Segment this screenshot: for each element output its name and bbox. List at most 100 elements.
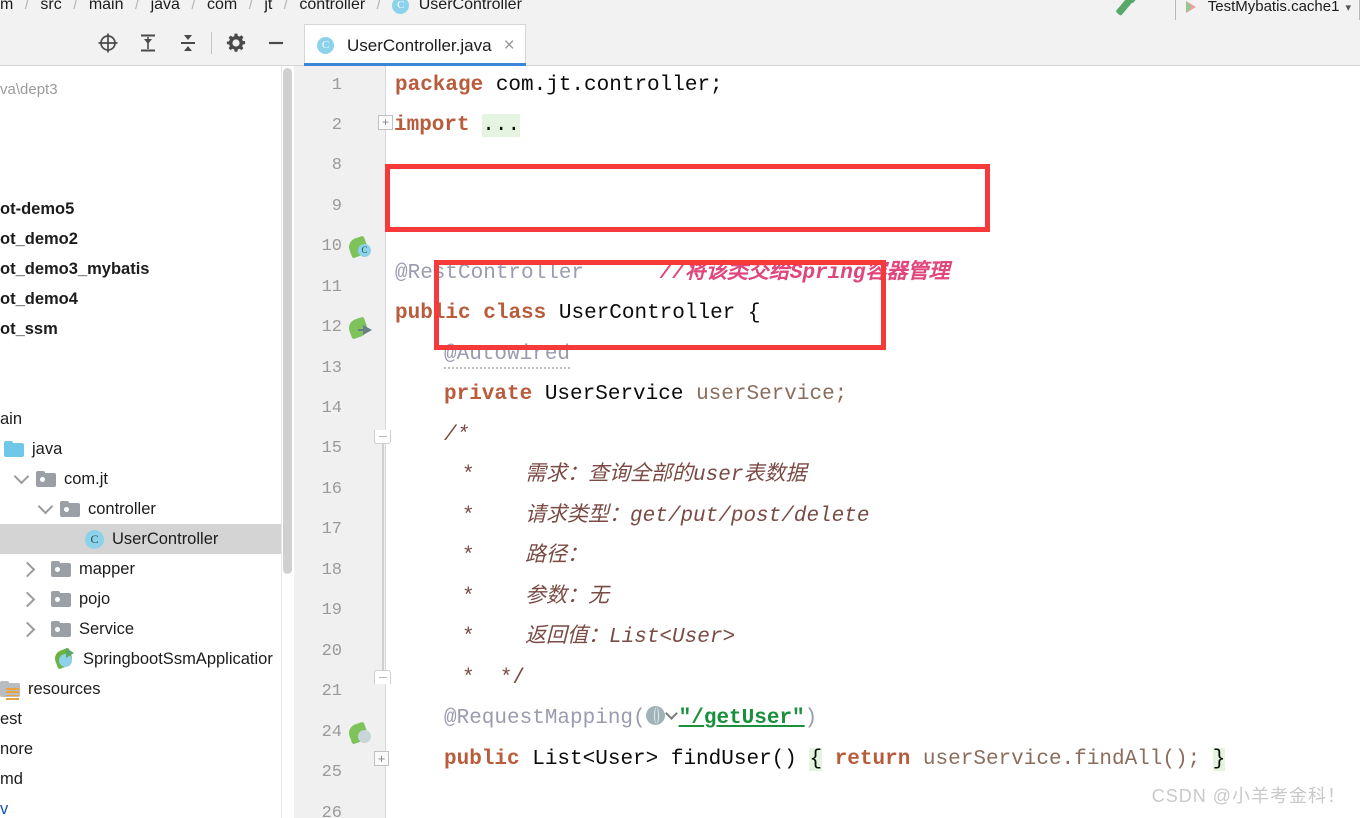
package-folder-icon — [51, 560, 71, 577]
breadcrumb-separator: / — [283, 0, 288, 13]
tree-item-java[interactable]: java — [0, 434, 281, 464]
annotation-autowired: @Autowired — [444, 343, 571, 369]
collapse-all-icon[interactable] — [174, 29, 202, 57]
project-toolbar — [0, 20, 294, 66]
line-number: 11 — [321, 278, 342, 297]
breadcrumb-item[interactable]: m — [0, 0, 13, 15]
fold-collapse-bottom-icon[interactable] — [374, 670, 391, 684]
fold-region-line — [382, 438, 384, 678]
chevron-down-icon[interactable] — [664, 707, 678, 720]
minimize-icon[interactable] — [262, 29, 290, 57]
annotation-restcontroller: @RestController — [395, 262, 585, 285]
tree-item-test[interactable]: est — [0, 704, 281, 734]
chevron-down-icon[interactable] — [37, 498, 54, 514]
keyword-return: return — [834, 748, 911, 771]
spring-mapping-gutter-icon[interactable] — [346, 713, 373, 753]
close-icon[interactable]: × — [504, 36, 515, 55]
javadoc-close: */ — [499, 667, 526, 690]
tree-item-module[interactable]: ot-demo5 — [0, 194, 281, 224]
tree-item-module[interactable]: ot_demo2 — [0, 224, 281, 254]
chevron-right-icon[interactable] — [19, 561, 36, 577]
code-line-17: * 参数：无 — [462, 578, 609, 618]
tree-item-module[interactable]: ot_ssm — [0, 314, 281, 344]
breadcrumb-separator: / — [191, 0, 196, 13]
fold-expand-icon[interactable]: + — [374, 751, 389, 766]
spring-bean-gutter-icon[interactable]: C — [346, 227, 373, 267]
code-line-10: public class UserController { — [395, 294, 761, 334]
tree-item-usercontroller[interactable]: C UserController — [0, 524, 281, 554]
return-expression: userService.findAll(); — [910, 748, 1213, 771]
chevron-right-icon[interactable] — [19, 621, 36, 637]
project-tree-panel[interactable]: va\dept3 ot-demo5 ot_demo2 ot_demo3_myba… — [0, 66, 294, 818]
breadcrumb-item[interactable]: jt — [264, 0, 272, 15]
tree-item-service[interactable]: Service — [0, 614, 281, 644]
code-editor[interactable]: 1 2 8 9 10 11 12 13 14 15 16 17 18 19 20… — [294, 66, 1360, 818]
tree-item-cmd[interactable]: md — [0, 764, 281, 794]
package-folder-icon — [51, 620, 71, 637]
code-line-11: @Autowired — [444, 335, 571, 375]
breadcrumb: m / src / main / java / com / jt / contr… — [0, 0, 1360, 20]
tree-item-controller[interactable]: controller — [0, 494, 281, 524]
type-userservice: UserService — [544, 383, 684, 406]
field-userservice: userService; — [696, 383, 848, 406]
javadoc-star: * — [462, 667, 475, 690]
comment-restcontroller: //将该类交给Spring容器管理 — [659, 262, 950, 285]
line-number: 19 — [321, 601, 342, 620]
locate-icon[interactable] — [94, 29, 122, 57]
keyword-private: private — [444, 383, 533, 406]
breadcrumb-item[interactable]: java — [151, 0, 180, 15]
project-tree-scrollbar[interactable] — [281, 66, 294, 818]
line-number: 17 — [321, 520, 342, 539]
web-globe-icon[interactable] — [645, 705, 665, 725]
tree-item-com-jt[interactable]: com.jt — [0, 464, 281, 494]
tree-item-mapper[interactable]: mapper — [0, 554, 281, 584]
gear-icon[interactable] — [222, 29, 250, 57]
line-number: 2 — [331, 116, 342, 135]
code-line-1: package com.jt.controller; — [395, 66, 723, 106]
breadcrumb-current[interactable]: UserController — [419, 0, 522, 15]
breadcrumb-item[interactable]: controller — [299, 0, 365, 15]
chevron-right-icon[interactable] — [19, 591, 36, 607]
line-number: 20 — [321, 642, 342, 661]
tree-item-mvnw[interactable]: v — [0, 794, 281, 818]
folded-imports[interactable]: ... — [482, 114, 521, 137]
javadoc-text: 返回值：List<User> — [525, 626, 736, 649]
tree-item-module[interactable]: ot_demo4 — [0, 284, 281, 314]
tab-usercontroller-java[interactable]: C UserController.java × — [304, 24, 526, 67]
open-brace: { — [809, 748, 823, 771]
scrollbar-thumb[interactable] — [283, 68, 292, 574]
tree-item-pojo[interactable]: pojo — [0, 584, 281, 614]
run-configuration-selector[interactable]: TestMybatis.cache1 ▾ — [1174, 0, 1360, 20]
run-config-label: TestMybatis.cache1 — [1207, 0, 1340, 15]
spring-autowired-gutter-icon[interactable] — [346, 308, 373, 348]
code-line-18: * 返回值：List<User> — [462, 618, 735, 658]
breadcrumb-item[interactable]: com — [207, 0, 237, 15]
line-number: 24 — [321, 723, 342, 742]
keyword-import: import — [394, 114, 470, 137]
breadcrumb-separator: / — [24, 0, 29, 13]
tree-item-resources[interactable]: resources — [0, 674, 281, 704]
expand-all-icon[interactable] — [134, 29, 162, 57]
source-folder-icon — [4, 440, 24, 457]
breadcrumb-item[interactable]: src — [40, 0, 61, 15]
keyword-public: public — [444, 748, 520, 771]
chevron-down-icon[interactable] — [13, 468, 30, 484]
javadoc-open: /* — [444, 424, 470, 447]
code-line-9: @RestController //将该类交给Spring容器管理 — [395, 254, 949, 294]
line-number: 15 — [321, 439, 342, 458]
tree-item-module[interactable]: ot_demo3_mybatis — [0, 254, 281, 284]
annotation-box-restcontroller — [385, 164, 990, 232]
tree-item-main[interactable]: ain — [0, 404, 281, 434]
keyword-public: public — [395, 302, 471, 325]
run-config-icon — [1185, 1, 1196, 13]
mapping-path[interactable]: "/getUser" — [679, 707, 805, 730]
wrench-icon[interactable] — [1108, 0, 1148, 20]
fold-collapse-top-icon[interactable] — [374, 430, 391, 444]
tree-item-gitignore[interactable]: nore — [0, 734, 281, 764]
tree-item-springboot-application[interactable]: SpringbootSsmApplicatior — [0, 644, 281, 674]
line-number: 10 — [321, 237, 342, 256]
breadcrumb-item[interactable]: main — [89, 0, 124, 15]
open-brace: { — [747, 302, 761, 325]
package-folder-icon — [60, 500, 80, 517]
fold-expand-imports-icon[interactable]: + — [378, 114, 393, 130]
